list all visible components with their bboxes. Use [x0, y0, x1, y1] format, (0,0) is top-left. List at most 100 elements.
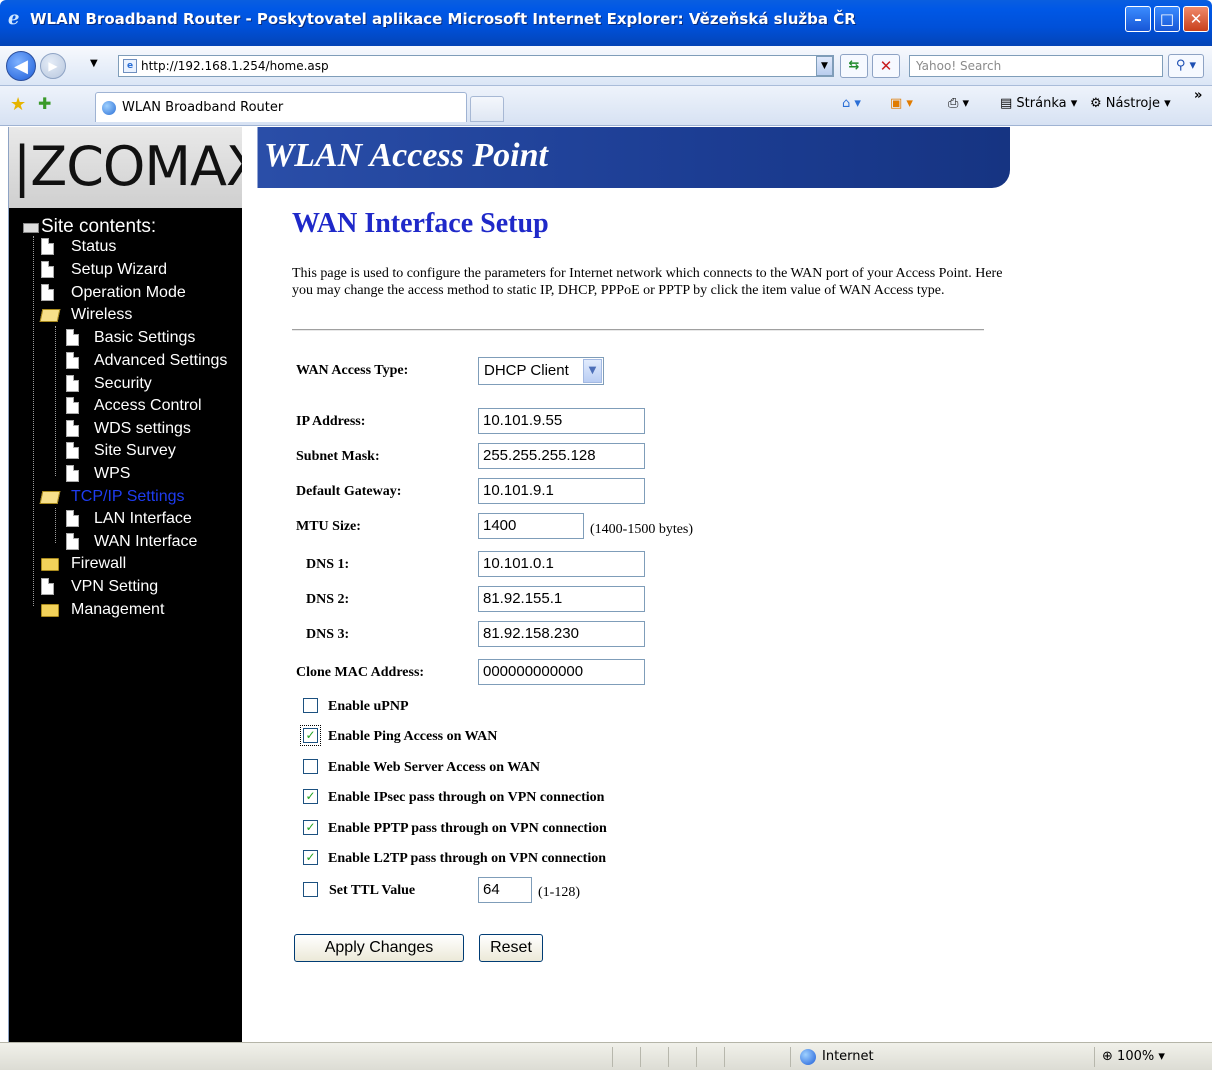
feeds-icon[interactable]: ▣ ▾	[890, 96, 913, 111]
url-input[interactable]: e http://192.168.1.254/home.asp	[118, 55, 834, 77]
history-dropdown-icon[interactable]: ▼	[90, 58, 98, 69]
forward-button[interactable]: ▶	[40, 53, 66, 79]
sidebar-item-tcpip-settings[interactable]: TCP/IP Settings	[71, 488, 185, 506]
page-icon	[66, 510, 79, 527]
dns1-input[interactable]: 10.101.0.1	[478, 551, 645, 577]
stop-button[interactable]: ✕	[872, 54, 900, 78]
set-ttl-label: Set TTL Value	[329, 883, 416, 898]
default-gateway-label: Default Gateway:	[296, 484, 402, 499]
sidebar-item-management[interactable]: Management	[71, 601, 164, 619]
minimize-button[interactable]: –	[1125, 6, 1151, 32]
tools-menu[interactable]: ⚙ Nástroje ▾	[1090, 96, 1171, 111]
enable-l2tp-checkbox[interactable]: ✓	[303, 850, 318, 865]
ie-page-icon	[102, 101, 116, 115]
favorites-star-icon[interactable]: ★	[10, 94, 26, 115]
divider	[612, 1047, 613, 1067]
dns3-input[interactable]: 81.92.158.230	[478, 621, 645, 647]
dns2-label: DNS 2:	[306, 592, 350, 607]
back-arrow-icon: ◀	[14, 55, 28, 77]
maximize-button[interactable]: □	[1154, 6, 1180, 32]
divider	[1094, 1047, 1095, 1067]
tree-line	[55, 508, 56, 543]
back-button[interactable]: ◀	[6, 51, 36, 81]
sidebar-item-basic-settings[interactable]: Basic Settings	[94, 329, 195, 347]
dns3-label: DNS 3:	[306, 627, 350, 642]
sidebar-item-vpn-setting[interactable]: VPN Setting	[71, 578, 158, 596]
tab-wlan-router[interactable]: WLAN Broadband Router	[95, 92, 467, 122]
close-button[interactable]: ✕	[1183, 6, 1209, 32]
sidebar-item-security[interactable]: Security	[94, 375, 152, 393]
mtu-size-label: MTU Size:	[296, 519, 361, 534]
sidebar-item-wds-settings[interactable]: WDS settings	[94, 420, 191, 438]
address-toolbar: ◀ ▶ ▼ e http://192.168.1.254/home.asp ▼ …	[0, 46, 1212, 86]
enable-l2tp-label: Enable L2TP pass through on VPN connecti…	[328, 851, 606, 866]
mtu-size-hint: (1400-1500 bytes)	[590, 522, 694, 537]
page-icon	[41, 578, 54, 595]
sidebar-item-site-survey[interactable]: Site Survey	[94, 442, 176, 460]
page-icon	[66, 465, 79, 482]
folder-open-icon	[39, 309, 61, 322]
zoom-level: 100%	[1117, 1049, 1155, 1064]
sidebar-item-access-control[interactable]: Access Control	[94, 397, 202, 415]
page-menu[interactable]: ▤ Stránka ▾	[1000, 96, 1077, 111]
divider	[292, 329, 984, 331]
chevron-down-icon: ▼	[583, 359, 602, 383]
enable-ping-wan-checkbox[interactable]: ✓	[300, 725, 321, 746]
divider	[790, 1047, 791, 1067]
tree-line	[55, 326, 56, 476]
zoom-control[interactable]: ⊕ 100% ▾	[1102, 1049, 1165, 1064]
reset-button[interactable]: Reset	[479, 934, 543, 962]
mtu-size-input[interactable]: 1400	[478, 513, 584, 539]
main-content: WAN Interface Setup This page is used to…	[242, 208, 1212, 1042]
search-icon: ⚲ ▾	[1175, 58, 1197, 73]
add-favorite-icon[interactable]: ✚	[38, 94, 51, 113]
wan-access-type-select[interactable]: DHCP Client ▼	[478, 357, 604, 385]
security-zone: Internet	[800, 1049, 874, 1065]
ttl-value-input[interactable]: 64	[478, 877, 532, 903]
enable-upnp-checkbox[interactable]	[303, 698, 318, 713]
subnet-mask-label: Subnet Mask:	[296, 449, 380, 464]
sidebar-item-wps[interactable]: WPS	[94, 465, 130, 483]
site-contents-heading: Site contents:	[41, 216, 157, 237]
banner-title: WLAN Access Point	[264, 137, 548, 174]
new-tab-button[interactable]	[470, 96, 504, 122]
sidebar-item-lan-interface[interactable]: LAN Interface	[94, 510, 192, 528]
enable-ipsec-checkbox[interactable]: ✓	[303, 789, 318, 804]
sidebar-item-advanced-settings[interactable]: Advanced Settings	[94, 352, 227, 370]
window-titlebar: ℯ WLAN Broadband Router - Poskytovatel a…	[0, 0, 1212, 46]
clone-mac-label: Clone MAC Address:	[296, 665, 425, 680]
ip-address-input[interactable]: 10.101.9.55	[478, 408, 645, 434]
page-icon	[41, 261, 54, 278]
clone-mac-input[interactable]: 000000000000	[478, 659, 645, 685]
search-button[interactable]: ⚲ ▾	[1168, 54, 1204, 78]
tree-line	[33, 236, 34, 606]
divider	[668, 1047, 669, 1067]
apply-changes-button[interactable]: Apply Changes	[294, 934, 464, 962]
sidebar-item-operation-mode[interactable]: Operation Mode	[71, 284, 186, 302]
home-icon[interactable]: ⌂ ▾	[842, 96, 861, 111]
subnet-mask-input[interactable]: 255.255.255.128	[478, 443, 645, 469]
refresh-button[interactable]: ⇆	[840, 54, 868, 78]
sidebar-item-setup-wizard[interactable]: Setup Wizard	[71, 261, 167, 279]
sidebar-item-wireless[interactable]: Wireless	[71, 306, 132, 324]
print-icon[interactable]: ⎙ ▾	[948, 96, 969, 111]
enable-web-server-wan-checkbox[interactable]	[303, 759, 318, 774]
sidebar-item-firewall[interactable]: Firewall	[71, 555, 126, 573]
tab-title: WLAN Broadband Router	[122, 100, 284, 115]
page-icon: e	[123, 59, 137, 73]
toolbar-overflow-icon[interactable]: »	[1194, 88, 1202, 103]
page-viewport: |ZCOMAX WLAN Access Point Site contents:…	[8, 127, 1212, 1042]
url-dropdown-icon[interactable]: ▼	[816, 56, 833, 76]
zoom-icon: ⊕	[1102, 1049, 1113, 1064]
wan-access-type-label: WAN Access Type:	[296, 363, 409, 378]
dns2-input[interactable]: 81.92.155.1	[478, 586, 645, 612]
search-input[interactable]: Yahoo! Search	[909, 55, 1163, 77]
sidebar-item-status[interactable]: Status	[71, 238, 116, 256]
sidebar-item-wan-interface[interactable]: WAN Interface	[94, 533, 197, 551]
enable-pptp-checkbox[interactable]: ✓	[303, 820, 318, 835]
page-description: This page is used to configure the param…	[292, 266, 1003, 298]
globe-icon	[800, 1049, 816, 1065]
set-ttl-checkbox[interactable]	[303, 882, 318, 897]
default-gateway-input[interactable]: 10.101.9.1	[478, 478, 645, 504]
page-icon	[66, 352, 79, 369]
